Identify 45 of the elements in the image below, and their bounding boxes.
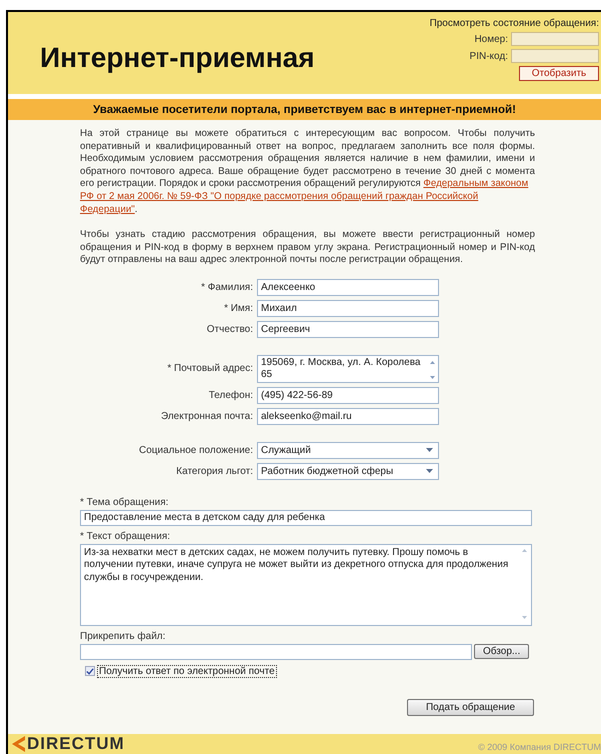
field-label: Номер: [474, 34, 508, 44]
copyright: © 2009 Компания DIRECTUM [478, 742, 601, 752]
message-field[interactable]: Из-за нехватки мест в детских садах, не можем получить путевку. Прошу помочь в получении путевки, иначе супруга не может выйти из декретного отпуска для продолжения службы в госучреждении. [80, 544, 532, 626]
field-label: Категория льгот: [175, 466, 253, 477]
input-field[interactable]: Сергеевич [257, 320, 439, 338]
field-label: Прикрепить файл: [80, 630, 166, 642]
intro-paragraph: Чтобы узнать стадию рассмотрения обращения, вы можете ввести регистрационный номер обращения и PIN-код в форму в верхнем правом углу экрана. Регистрационный номер и PIN-код будут отправлены на ваш адрес электронной почты после регистрации обращения. [80, 229, 535, 267]
file-path-field[interactable] [80, 644, 472, 660]
scroll-arrows-icon [521, 546, 528, 621]
checkbox-label[interactable]: Получить ответ по электронной почте [97, 664, 277, 678]
law-link[interactable]: Федерации" [80, 204, 135, 215]
show-button[interactable]: Отобразить [519, 66, 599, 81]
field-label: * Почтовый адрес: [166, 363, 253, 374]
dropdown[interactable]: Служащий [257, 442, 439, 459]
dropdown-arrow-icon [426, 448, 433, 452]
status-heading: Просмотреть состояние обращения: [430, 18, 599, 29]
browse-button[interactable]: Обзор... [474, 644, 530, 660]
input-field[interactable]: Алексеенко [257, 278, 439, 296]
subject-field[interactable]: Предоставление места в детском саду для ребенка [80, 510, 532, 526]
site-title: Интернет-приемная [40, 42, 315, 74]
field-label: Социальное положение: [138, 444, 253, 456]
intro-paragraph: На этой странице вы можете обратиться с интересующим вас вопросом. Чтобы получить оперативный и квалифицированный ответ на вопрос, предлагаем заполнить все поля формы. Необходимым условием рассмотрения обращения является наличие в нем фамилии, имени и обратного почтового адреса. Ваше обращение будет рассмотрено в течение 30 дней с момента его регистрации. Порядок и сроки рассмотрения обращений регулируются Федеральным законом РФ от 2 мая 2006г. № 59-ФЗ "О порядке рассмотрения обращений граждан Российской Федерации". [80, 128, 535, 216]
checkbox[interactable] [85, 666, 95, 676]
check-icon [86, 666, 94, 676]
submit-button[interactable]: Подать обращение [407, 698, 534, 716]
input-field[interactable]: (495) 422-56-89 [257, 386, 439, 404]
field-label: * Имя: [223, 302, 253, 314]
field-label: Телефон: [208, 390, 253, 401]
field-label: * Тема обращения: [80, 496, 170, 508]
dropdown-arrow-icon [426, 469, 433, 474]
field-label: * Фамилия: [200, 282, 253, 293]
input-field[interactable] [511, 32, 599, 46]
input-field[interactable] [511, 49, 599, 63]
field-label: * Текст обращения: [80, 530, 172, 542]
input-field[interactable]: alekseenko@mail.ru [257, 408, 439, 425]
input-field[interactable]: Михаил [257, 300, 439, 317]
address-field[interactable]: 195069, г. Москва, ул. А. Королева 65 [257, 354, 439, 383]
law-link[interactable]: РФ от 2 мая 2006г. № 59-ФЗ "О порядке рассмотрения обращений граждан Российской [80, 190, 478, 202]
field-label: PIN-код: [470, 50, 508, 62]
dropdown[interactable]: Работник бюджетной сферы [257, 462, 439, 480]
company-logo: DIRECTUM [27, 734, 125, 754]
law-link[interactable]: Федеральным законом [423, 178, 528, 190]
field-label: Отчество: [206, 324, 253, 335]
field-label: Электронная почта: [160, 410, 253, 422]
banner-text: Уважаемые посетители портала, приветствуем вас в интернет-приемной! [93, 104, 516, 116]
